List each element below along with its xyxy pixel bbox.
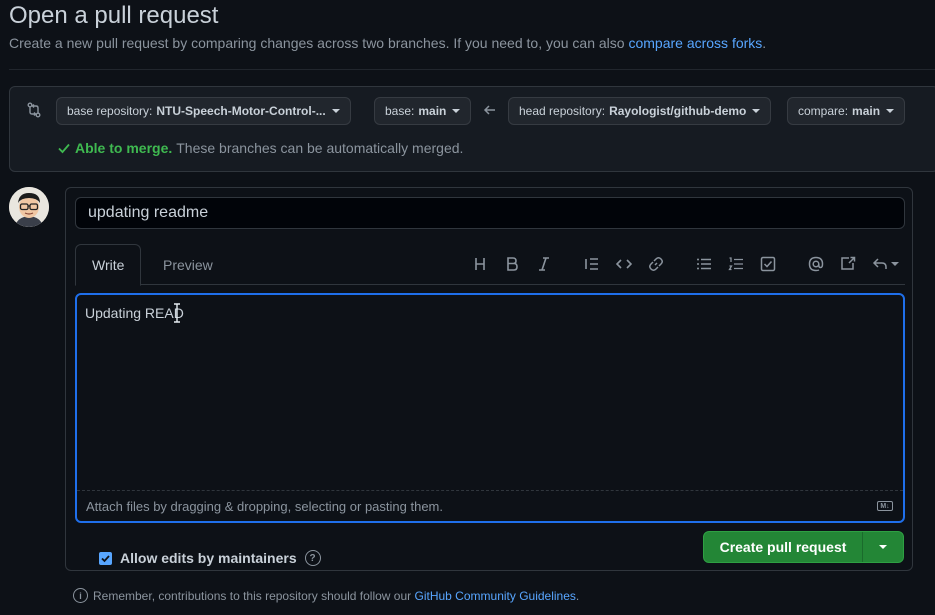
reply-icon[interactable] [870,254,900,274]
git-compare-icon [27,102,41,118]
pr-title-input[interactable] [75,197,905,229]
base-repository-select[interactable]: base repository: NTU-Speech-Motor-Contro… [56,97,351,125]
base-repository-value: NTU-Speech-Motor-Control-... [156,104,326,118]
question-icon[interactable]: ? [304,550,321,566]
quote-icon[interactable] [582,254,602,274]
create-options-dropdown[interactable] [863,532,903,562]
reference-icon[interactable] [838,254,858,274]
base-branch-value: main [418,104,447,118]
header-divider [9,69,935,70]
create-pull-request-button[interactable]: Create pull request [704,532,863,562]
mention-icon[interactable] [806,254,826,274]
community-guidelines-link[interactable]: GitHub Community Guidelines [415,589,576,603]
italic-icon[interactable] [534,254,554,274]
base-branch-select[interactable]: base: main [374,97,472,125]
code-icon[interactable] [614,254,634,274]
allow-edits-label: Allow edits by maintainers [120,550,297,566]
merge-status-detail: These branches can be automatically merg… [176,140,464,156]
footer-note: i Remember, contributions to this reposi… [73,588,579,603]
pr-body-editor: Updating READ Attach files by dragging &… [75,293,905,523]
chevron-down-icon [886,109,895,113]
branch-selector-box: base repository: NTU-Speech-Motor-Contro… [9,86,935,172]
task-list-icon[interactable] [758,254,778,274]
allow-edits-checkbox[interactable] [99,551,112,565]
tab-preview[interactable]: Preview [147,244,229,285]
page-title: Open a pull request [9,2,219,29]
page-subtitle: Create a new pull request by comparing c… [9,35,766,51]
unordered-list-icon[interactable] [694,254,714,274]
head-repository-label: head repository: [519,104,606,118]
chevron-down-icon [752,109,761,113]
merge-status: Able to merge. These branches can be aut… [57,140,463,156]
tab-write[interactable]: Write [75,244,142,286]
compare-branch-value: main [852,104,881,118]
attach-files-bar[interactable]: Attach files by dragging & dropping, sel… [77,490,903,521]
avatar-image [9,187,49,227]
head-repository-select[interactable]: head repository: Rayologist/github-demo [508,97,772,125]
subtitle-end: . [762,35,767,51]
compare-branch-select[interactable]: compare: main [787,97,906,125]
ordered-list-icon[interactable] [726,254,746,274]
chevron-down-icon [452,109,461,113]
base-branch-label: base: [385,104,415,118]
chevron-down-icon [879,545,887,549]
compare-across-forks-link[interactable]: compare across forks [628,35,762,51]
merge-status-ok: Able to merge. [75,140,173,156]
link-icon[interactable] [646,254,666,274]
chevron-down-icon [331,109,340,113]
avatar[interactable] [9,187,49,227]
footer-end: . [575,588,580,603]
chevron-down-icon [890,262,899,266]
pull-request-form: Write Preview [65,187,913,571]
base-repository-label: base repository: [67,104,153,118]
head-repository-value: Rayologist/github-demo [609,104,747,118]
check-icon [58,143,70,154]
pr-body-textarea[interactable]: Updating READ [77,295,903,490]
markdown-icon[interactable]: M↓ [877,501,893,511]
text-cursor-icon [174,303,180,323]
info-icon: i [73,588,88,603]
allow-edits-option[interactable]: Allow edits by maintainers ? [99,550,321,566]
attach-files-text: Attach files by dragging & dropping, sel… [86,498,443,514]
arrow-left-icon [483,105,495,115]
compare-branch-label: compare: [798,104,849,118]
editor-tabs: Write Preview [75,244,905,286]
create-pull-request-button-group: Create pull request [703,531,904,563]
heading-icon[interactable] [470,254,490,274]
subtitle-text: Create a new pull request by comparing c… [9,35,625,51]
footer-text: Remember, contributions to this reposito… [93,588,412,603]
bold-icon[interactable] [502,254,522,274]
